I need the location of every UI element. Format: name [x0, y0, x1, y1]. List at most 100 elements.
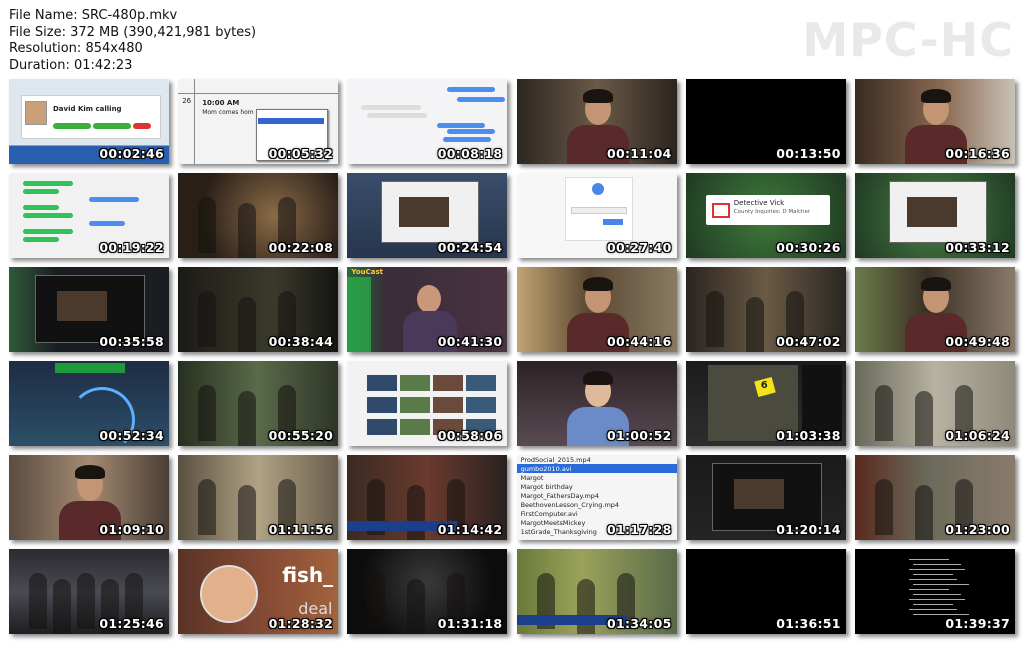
thumbnail[interactable]: 00:16:36 [855, 79, 1015, 164]
thumbnail[interactable]: 01:34:05 [516, 549, 677, 634]
message-bubble [23, 229, 73, 234]
file-name: Margot birthday [520, 483, 573, 491]
credit-line [909, 559, 949, 560]
thumbnail[interactable]: ProdSocial_2015.mp4 gumbo2010.avi Margot Ma… [516, 455, 677, 540]
thumbnail[interactable]: 00:49:48 [855, 267, 1015, 352]
timestamp: 00:11:04 [607, 146, 672, 161]
timestamp: 01:28:32 [268, 616, 334, 631]
timestamp: 01:11:56 [268, 522, 334, 537]
file-name: BeethovenLesson_Crying.mp4 [520, 501, 620, 509]
person-figure [915, 391, 933, 446]
thumbnail[interactable]: 00:27:40 [516, 173, 677, 258]
thumbnail[interactable]: 6 01:03:38 [685, 361, 846, 446]
thumbnail[interactable]: 00:11:04 [516, 79, 677, 164]
file-name: MargotMeetsMickey [520, 519, 586, 527]
credit-line [909, 569, 965, 570]
nav-banner [55, 363, 125, 373]
thumbnail[interactable]: 00:44:16 [516, 267, 677, 352]
file-name: 1stGrade_Thanksgiving [520, 528, 597, 536]
person-figure [367, 573, 386, 629]
thumbnail[interactable]: 00:22:08 [178, 173, 339, 258]
avatar [25, 101, 47, 125]
thumbnail[interactable]: 00:58:06 [347, 361, 508, 446]
video-frame [399, 197, 450, 227]
timestamp: 00:58:06 [437, 428, 503, 443]
duration-label: Duration: 01:42:23 [9, 57, 133, 73]
thumbnail[interactable]: 26 10:00 AM Mom comes hom 00:05:32 [178, 79, 339, 164]
video-tile [367, 397, 398, 413]
decline-button [133, 123, 151, 129]
thumbnail[interactable]: 01:25:46 [9, 549, 169, 634]
video-frame [907, 197, 957, 227]
video-tile [367, 375, 398, 391]
message-bubble [437, 123, 486, 128]
thumbnail[interactable]: 00:38:44 [178, 267, 339, 352]
video-tile [433, 375, 464, 391]
timestamp: 00:22:08 [268, 240, 334, 255]
timestamp: 01:34:05 [607, 616, 672, 631]
video-tile [400, 419, 431, 435]
thumbnail[interactable]: 01:20:14 [685, 455, 846, 540]
thumbnail[interactable]: 00:13:50 [685, 79, 846, 164]
thumbnail[interactable]: 01:11:56 [178, 455, 339, 540]
person-figure [198, 385, 217, 441]
message-bubble [457, 97, 506, 102]
notification-subtitle: County Inquiries: D Malcher [733, 209, 811, 215]
thumbnail[interactable]: 00:08:18 [347, 79, 508, 164]
person-hair [582, 89, 613, 103]
person-figure [198, 291, 217, 347]
thumbnail[interactable]: 00:55:20 [178, 361, 339, 446]
thumbnail[interactable]: 00:47:02 [685, 267, 846, 352]
evidence-number: 6 [760, 380, 768, 391]
credit-line [913, 614, 969, 615]
thumbnail[interactable]: 01:23:00 [855, 455, 1015, 540]
timestamp: 00:02:46 [99, 146, 164, 161]
thumbnail[interactable]: 01:39:37 [855, 549, 1015, 634]
resolution-label: Resolution: 854x480 [9, 41, 143, 56]
thumbnail[interactable]: 00:24:54 [347, 173, 508, 258]
thumbnail[interactable]: 01:31:18 [347, 549, 508, 634]
person-figure [198, 197, 217, 253]
thumbnail[interactable]: fish_ deal 01:28:32 [178, 549, 339, 634]
thumbnail[interactable]: 01:06:24 [855, 361, 1015, 446]
video-tile [466, 375, 497, 391]
timestamp: 01:03:38 [776, 428, 841, 443]
timestamp: 00:16:36 [945, 146, 1010, 161]
thumbnail[interactable]: 01:36:51 [685, 549, 846, 634]
thumbnail[interactable]: David Kim calling 00:02:46 [9, 79, 169, 164]
person-figure [53, 579, 71, 634]
timestamp: 00:44:16 [607, 334, 672, 349]
thumbnail[interactable]: 00:33:12 [855, 173, 1015, 258]
calendar-gridline [178, 93, 339, 94]
thumbnail[interactable]: YouCast 00:41:30 [347, 267, 508, 352]
timestamp: 01:25:46 [99, 616, 164, 631]
message-bubble [443, 137, 492, 142]
person-figure [915, 485, 933, 540]
calendar-day: 26 [182, 97, 192, 105]
thumbnail[interactable]: 01:00:52 [516, 361, 677, 446]
thumbnail[interactable]: Detective Vick County Inquiries: D Malche… [685, 173, 846, 258]
message-bubble [447, 87, 496, 92]
timestamp: 01:14:42 [437, 522, 503, 537]
event-title: Mom comes hom [202, 109, 254, 116]
thumbnail[interactable]: 00:35:58 [9, 267, 169, 352]
gmail-icon [711, 203, 730, 218]
calendar-gridline [194, 79, 196, 164]
person-figure [198, 479, 217, 535]
timestamp: 01:09:10 [99, 522, 164, 537]
message-bubble [23, 213, 73, 218]
file-info: File Name: SRC-480p.mkv File Size: 372 M… [9, 8, 256, 74]
credit-line [909, 599, 965, 600]
person-figure [238, 391, 257, 446]
thumbnail[interactable]: 00:19:22 [9, 173, 169, 258]
thumbnail[interactable]: 01:14:42 [347, 455, 508, 540]
thumbnail[interactable]: 01:09:10 [9, 455, 169, 540]
file-name: gumbo2010.avi [520, 465, 572, 473]
chat-sidebar [347, 277, 372, 352]
person-hair [582, 371, 613, 385]
credit-line [913, 584, 969, 585]
video-frame [57, 291, 107, 321]
thumbnail[interactable]: 00:52:34 [9, 361, 169, 446]
credit-line [909, 589, 949, 590]
person-figure [238, 297, 257, 352]
